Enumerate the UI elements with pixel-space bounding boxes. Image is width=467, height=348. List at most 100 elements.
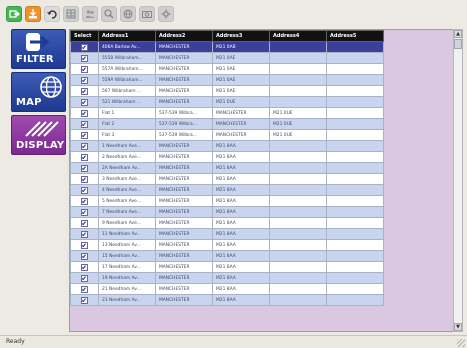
address2-cell[interactable]: MANCHESTER — [155, 283, 213, 295]
address5-cell[interactable] — [326, 228, 384, 240]
address1-cell[interactable]: 1 Needham Ave... — [98, 140, 156, 152]
column-header-address5[interactable]: Address5 — [326, 30, 384, 42]
select-cell[interactable] — [70, 206, 99, 218]
address2-cell[interactable]: MANCHESTER — [155, 239, 213, 251]
select-checkbox[interactable] — [81, 263, 88, 271]
select-checkbox[interactable] — [81, 109, 88, 117]
column-header-select[interactable]: Select — [70, 30, 99, 42]
table-row[interactable]: 7 Needham Ave... MANCHESTER M21 8AA — [70, 206, 384, 218]
select-checkbox[interactable] — [81, 98, 88, 106]
address1-cell[interactable]: 15 Needham Av... — [98, 250, 156, 262]
address4-cell[interactable] — [269, 74, 327, 86]
scroll-up-arrow-icon[interactable]: ▲ — [454, 30, 462, 38]
address1-cell[interactable]: 5 Needham Ave... — [98, 195, 156, 207]
address5-cell[interactable] — [326, 63, 384, 75]
address4-cell[interactable] — [269, 184, 327, 196]
scroll-thumb[interactable] — [454, 39, 462, 49]
address2-cell[interactable]: MANCHESTER — [155, 151, 213, 163]
address5-cell[interactable] — [326, 52, 384, 64]
address4-cell[interactable] — [269, 85, 327, 97]
select-cell[interactable] — [70, 283, 99, 295]
address5-cell[interactable] — [326, 173, 384, 185]
address1-cell[interactable]: 17 Needham Av... — [98, 261, 156, 273]
address5-cell[interactable] — [326, 261, 384, 273]
select-cell[interactable] — [70, 85, 99, 97]
select-cell[interactable] — [70, 250, 99, 262]
address5-cell[interactable] — [326, 129, 384, 141]
address1-cell[interactable]: 7 Needham Ave... — [98, 206, 156, 218]
address3-cell[interactable]: M21 8AA — [212, 228, 270, 240]
address5-cell[interactable] — [326, 118, 384, 130]
table-row[interactable]: 23 Needham Av... MANCHESTER M21 8AA — [70, 294, 384, 306]
table-row[interactable]: Flat 3 537-539 Wilbra... MANCHESTER M21 0UE — [70, 129, 384, 141]
address2-cell[interactable]: MANCHESTER — [155, 41, 213, 53]
column-header-address2[interactable]: Address2 — [155, 30, 213, 42]
address3-cell[interactable]: M21 8AA — [212, 272, 270, 284]
select-cell[interactable] — [70, 140, 99, 152]
select-checkbox[interactable] — [81, 175, 88, 183]
address4-cell[interactable] — [269, 283, 327, 295]
address5-cell[interactable] — [326, 41, 384, 53]
select-cell[interactable] — [70, 228, 99, 240]
address5-cell[interactable] — [326, 107, 384, 119]
table-row[interactable]: 3 Needham Ave... MANCHESTER M21 8AA — [70, 173, 384, 185]
address4-cell[interactable] — [269, 52, 327, 64]
address3-cell[interactable]: M21 8AA — [212, 184, 270, 196]
address2-cell[interactable]: MANCHESTER — [155, 272, 213, 284]
select-checkbox[interactable] — [81, 120, 88, 128]
address4-cell[interactable]: M21 0UE — [269, 118, 327, 130]
address3-cell[interactable]: M21 0UE — [212, 96, 270, 108]
select-checkbox[interactable] — [81, 219, 88, 227]
address4-cell[interactable] — [269, 261, 327, 273]
address3-cell[interactable]: MANCHESTER — [212, 129, 270, 141]
table-row[interactable]: 521 Wilbraham ... MANCHESTER M21 0UE — [70, 96, 384, 108]
select-cell[interactable] — [70, 195, 99, 207]
address3-cell[interactable]: M21 8AA — [212, 173, 270, 185]
select-checkbox[interactable] — [81, 131, 88, 139]
address3-cell[interactable]: M21 8AA — [212, 162, 270, 174]
address4-cell[interactable] — [269, 41, 327, 53]
vertical-scrollbar[interactable]: ▲ ▼ — [453, 29, 463, 332]
address4-cell[interactable] — [269, 151, 327, 163]
address3-cell[interactable]: M21 8AA — [212, 217, 270, 229]
address4-cell[interactable]: M21 0UE — [269, 107, 327, 119]
address1-cell[interactable]: Flat 3 — [98, 129, 156, 141]
select-checkbox[interactable] — [81, 54, 88, 62]
address5-cell[interactable] — [326, 239, 384, 251]
table-row[interactable]: 19 Needham Av... MANCHESTER M21 8AA — [70, 272, 384, 284]
select-checkbox[interactable] — [81, 241, 88, 249]
address1-cell[interactable]: 2 Needham Ave... — [98, 151, 156, 163]
table-row[interactable]: 4 Needham Ave... MANCHESTER M21 8AA — [70, 184, 384, 196]
address5-cell[interactable] — [326, 206, 384, 218]
address2-cell[interactable]: MANCHESTER — [155, 250, 213, 262]
address2-cell[interactable]: MANCHESTER — [155, 74, 213, 86]
select-cell[interactable] — [70, 162, 99, 174]
table-row[interactable]: 17 Needham Av... MANCHESTER M21 8AA — [70, 261, 384, 273]
select-cell[interactable] — [70, 272, 99, 284]
select-cell[interactable] — [70, 41, 99, 53]
address5-cell[interactable] — [326, 294, 384, 306]
address2-cell[interactable]: MANCHESTER — [155, 206, 213, 218]
select-checkbox[interactable] — [81, 274, 88, 282]
address5-cell[interactable] — [326, 151, 384, 163]
table-row[interactable]: 2A Needham Av... MANCHESTER M21 8AA — [70, 162, 384, 174]
address4-cell[interactable] — [269, 162, 327, 174]
search-icon[interactable] — [101, 6, 117, 22]
address4-cell[interactable] — [269, 63, 327, 75]
scroll-down-arrow-icon[interactable]: ▼ — [454, 323, 462, 331]
address5-cell[interactable] — [326, 96, 384, 108]
select-cell[interactable] — [70, 173, 99, 185]
address1-cell[interactable]: 19 Needham Av... — [98, 272, 156, 284]
address3-cell[interactable]: M21 8AA — [212, 206, 270, 218]
address1-cell[interactable]: 559A Wilbraham... — [98, 74, 156, 86]
address3-cell[interactable]: M21 0AE — [212, 85, 270, 97]
address3-cell[interactable]: M21 8AA — [212, 140, 270, 152]
select-checkbox[interactable] — [81, 153, 88, 161]
address1-cell[interactable]: 3 Needham Ave... — [98, 173, 156, 185]
select-cell[interactable] — [70, 151, 99, 163]
select-cell[interactable] — [70, 74, 99, 86]
address3-cell[interactable]: M21 0AE — [212, 74, 270, 86]
address3-cell[interactable]: M21 8AA — [212, 294, 270, 306]
address2-cell[interactable]: MANCHESTER — [155, 228, 213, 240]
address3-cell[interactable]: M21 8AA — [212, 250, 270, 262]
